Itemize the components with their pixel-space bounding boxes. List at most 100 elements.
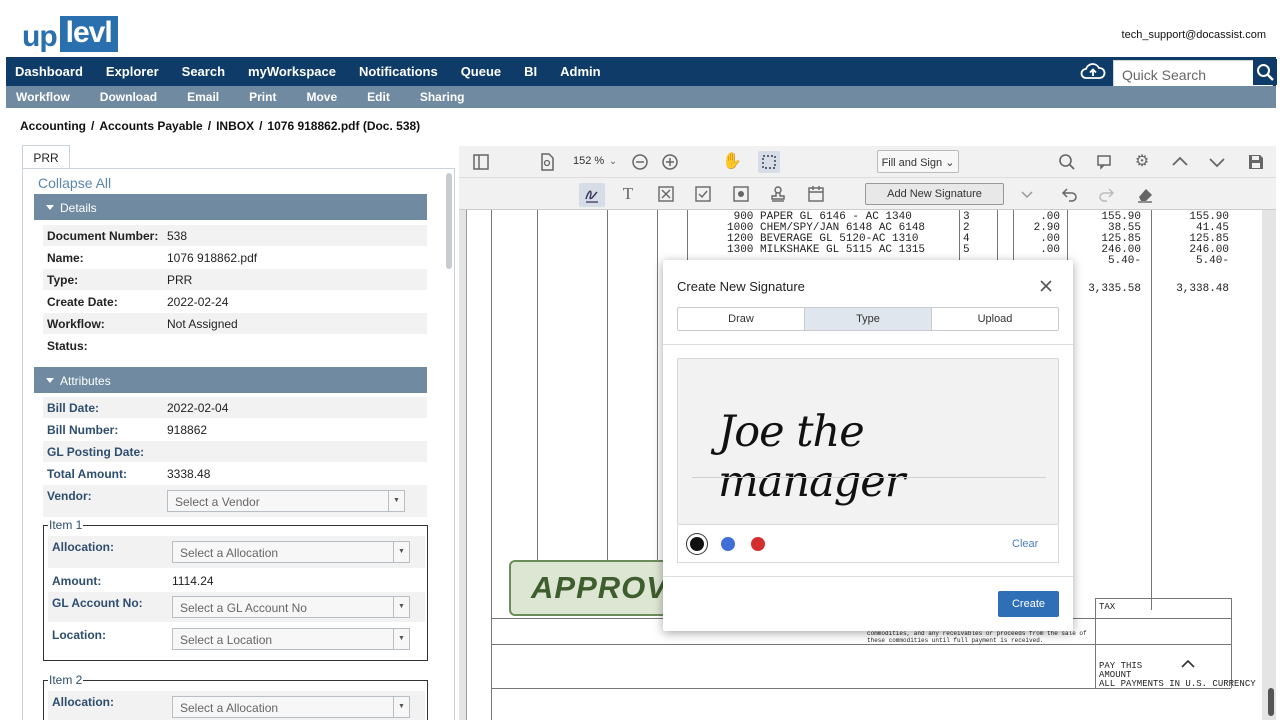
close-icon[interactable]	[1036, 276, 1056, 296]
breadcrumb-accounts-payable[interactable]: Accounts Payable	[99, 119, 202, 133]
signature-preview-area[interactable]: Joe the manager	[677, 358, 1059, 525]
zoom-level[interactable]: 152 %	[573, 155, 604, 167]
attribute-value: 2022-02-04	[167, 401, 229, 415]
cross-mark-tool-icon[interactable]	[656, 184, 676, 204]
create-button[interactable]: Create	[998, 591, 1059, 617]
tab-draw[interactable]: Draw	[678, 308, 805, 330]
breadcrumb-accounting[interactable]: Accounting	[20, 119, 86, 133]
chevron-up-icon[interactable]	[1181, 660, 1195, 668]
select-area-icon[interactable]	[758, 151, 780, 173]
user-email[interactable]: tech_support@docassist.com	[1122, 29, 1266, 41]
stamp-tool-icon[interactable]	[768, 184, 788, 204]
action-workflow[interactable]: Workflow	[16, 90, 70, 104]
action-download[interactable]: Download	[100, 90, 157, 104]
approved-stamp[interactable]: APPROV	[509, 560, 679, 616]
collapse-all-link[interactable]: Collapse All	[38, 175, 111, 191]
color-black-swatch[interactable]	[690, 537, 704, 551]
action-sharing[interactable]: Sharing	[420, 90, 465, 104]
vendor-select-placeholder: Select a Vendor	[175, 495, 260, 509]
doc-qty-column: 3 2 4 5	[963, 212, 970, 256]
action-edit[interactable]: Edit	[367, 90, 390, 104]
clear-button[interactable]: Clear	[1012, 538, 1038, 550]
attribute-row: Bill Number: 918862	[43, 419, 427, 440]
attribute-value: 918862	[167, 423, 208, 437]
gl-account-select[interactable]: Select a GL Account No ▼	[172, 596, 410, 618]
breadcrumb-inbox[interactable]: INBOX	[216, 119, 254, 133]
quick-search-input[interactable]: Quick Search	[1113, 60, 1273, 88]
chevron-down-icon[interactable]: ⌄	[603, 152, 623, 172]
zoom-in-icon[interactable]	[660, 152, 680, 172]
undo-icon[interactable]	[1060, 184, 1080, 204]
zoom-out-icon[interactable]	[630, 152, 650, 172]
save-icon[interactable]	[1246, 152, 1266, 172]
page-icon[interactable]	[537, 152, 557, 172]
viewer-scrollbar[interactable]	[1268, 688, 1274, 716]
gear-icon[interactable]: ⚙	[1132, 152, 1152, 172]
comment-icon[interactable]	[1095, 152, 1115, 172]
doc-total-c: 3,338.48	[1176, 283, 1229, 295]
item-row: Amount: 1114.24	[48, 570, 425, 591]
vendor-select[interactable]: Select a Vendor ▼	[167, 490, 405, 512]
attribute-label: Vendor:	[47, 489, 92, 503]
search-icon[interactable]	[1253, 59, 1277, 85]
detail-value: PRR	[167, 273, 193, 287]
tab-type[interactable]: Type	[805, 308, 932, 330]
tab-upload[interactable]: Upload	[932, 308, 1058, 330]
attributes-header-label: Attributes	[60, 374, 111, 388]
detail-value: 2022-02-24	[167, 295, 229, 309]
detail-value: 538	[167, 229, 188, 243]
nav-queue[interactable]: Queue	[461, 64, 501, 79]
location-select[interactable]: Select a Location ▼	[172, 628, 410, 650]
fill-and-sign-dropdown[interactable]: Fill and Sign ⌄	[877, 150, 959, 173]
chevron-down-icon[interactable]	[1017, 184, 1037, 204]
dot-tool-icon[interactable]	[731, 184, 751, 204]
chevron-down-icon: ⌄	[945, 157, 955, 169]
allocation-select[interactable]: Select a Allocation ▼	[172, 696, 410, 718]
details-header-label: Details	[60, 201, 97, 215]
attributes-section-header[interactable]: Attributes	[34, 367, 427, 393]
doc-fine-print: commodities, and any receivables or proc…	[867, 630, 1087, 644]
color-red-swatch[interactable]	[751, 537, 765, 551]
panel-scrollbar[interactable]	[446, 173, 452, 269]
calendar-tool-icon[interactable]	[806, 184, 826, 204]
tab-prr[interactable]: PRR	[22, 145, 70, 168]
nav-myworkspace[interactable]: myWorkspace	[248, 64, 336, 79]
attribute-label: Total Amount:	[47, 467, 127, 481]
nav-explorer[interactable]: Explorer	[106, 64, 159, 79]
signature-baseline	[692, 477, 1046, 478]
detail-value: 1076 918862.pdf	[167, 251, 258, 265]
chevron-up-icon[interactable]	[1170, 152, 1190, 172]
fill-and-sign-label: Fill and Sign	[881, 157, 943, 169]
item-label: Allocation:	[52, 540, 114, 554]
action-print[interactable]: Print	[249, 90, 276, 104]
redo-icon[interactable]	[1096, 184, 1116, 204]
color-blue-swatch[interactable]	[721, 537, 735, 551]
action-email[interactable]: Email	[187, 90, 219, 104]
chevron-down-icon[interactable]	[1207, 152, 1227, 172]
nav-bi[interactable]: BI	[524, 64, 537, 79]
cloud-upload-icon[interactable]	[1080, 61, 1106, 81]
nav-notifications[interactable]: Notifications	[359, 64, 438, 79]
details-section-header[interactable]: Details	[34, 194, 427, 220]
item-1-group: Item 1 Allocation: Select a Allocation ▼ …	[43, 518, 428, 661]
add-new-signature-button[interactable]: Add New Signature	[865, 183, 1004, 205]
doc-qty: 5	[963, 244, 970, 256]
attribute-row: Bill Date: 2022-02-04	[43, 397, 427, 418]
doc-value: .00	[1040, 244, 1060, 256]
nav-dashboard[interactable]: Dashboard	[15, 64, 83, 79]
logo-levl-text: levl	[59, 16, 118, 52]
signature-tool-icon[interactable]	[579, 183, 605, 207]
item-label: Allocation:	[52, 695, 114, 709]
action-move[interactable]: Move	[306, 90, 337, 104]
eraser-icon[interactable]	[1135, 184, 1155, 204]
pan-hand-icon[interactable]: ✋	[722, 152, 742, 172]
search-icon[interactable]	[1057, 152, 1077, 172]
nav-admin[interactable]: Admin	[560, 64, 600, 79]
uplevl-logo[interactable]: up levl	[22, 12, 118, 52]
checkmark-tool-icon[interactable]	[693, 184, 713, 204]
item-1-legend: Item 1	[48, 518, 84, 532]
allocation-select[interactable]: Select a Allocation ▼	[172, 541, 410, 563]
nav-search[interactable]: Search	[182, 64, 225, 79]
sidebar-toggle-icon[interactable]	[471, 152, 491, 172]
text-tool-icon[interactable]: T	[618, 184, 638, 204]
